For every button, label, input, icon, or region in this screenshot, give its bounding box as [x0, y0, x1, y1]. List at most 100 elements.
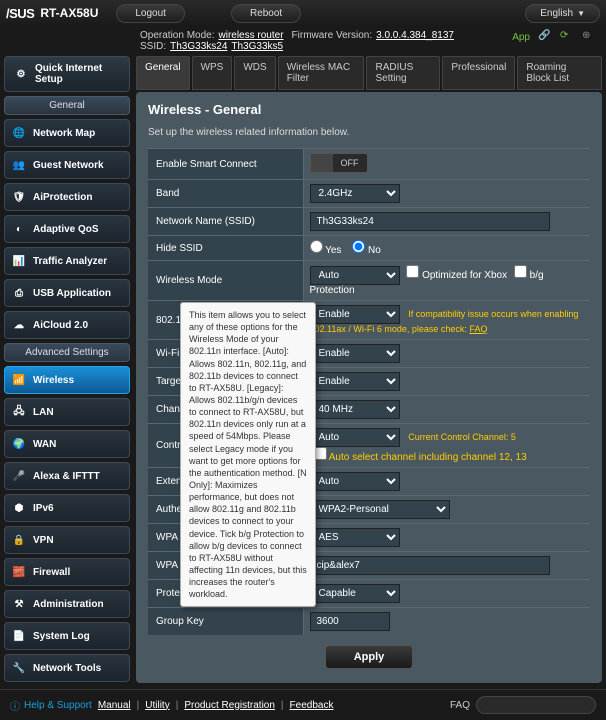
ext-channel-select[interactable]: Auto: [310, 472, 400, 491]
wireless-mode-select[interactable]: Auto: [310, 266, 400, 285]
nav-traffic-analyzer[interactable]: 📊Traffic Analyzer: [4, 247, 130, 275]
brand-logo: /SUS: [6, 6, 34, 21]
log-icon: 📄: [11, 628, 27, 644]
ssid2-link[interactable]: Th3G33ks5: [231, 41, 283, 52]
pmf-select[interactable]: Capable: [310, 584, 400, 603]
chevron-down-icon: ▼: [577, 9, 585, 18]
twt-select[interactable]: Enable: [310, 372, 400, 391]
tab-general[interactable]: General: [136, 56, 190, 90]
tab-wps[interactable]: WPS: [192, 56, 233, 90]
psk-input[interactable]: [310, 556, 550, 575]
fw-link[interactable]: 3.0.0.4.384_8137: [376, 30, 454, 41]
ssid1-link[interactable]: Th3G33ks24: [170, 41, 227, 52]
faq-search[interactable]: 🔍: [476, 696, 596, 714]
usb-icon[interactable]: ⊕: [582, 30, 596, 44]
tab-wds[interactable]: WDS: [234, 56, 275, 90]
ax-faq-link[interactable]: FAQ: [469, 324, 487, 334]
ipv6-icon: ⬢: [11, 500, 27, 516]
nav-adaptive-qos[interactable]: ◐Adaptive QoS: [4, 215, 130, 243]
faq-label: FAQ: [450, 700, 470, 711]
shield-icon: 🛡: [11, 189, 27, 205]
nav-alexa[interactable]: 🎤Alexa & IFTTT: [4, 462, 130, 490]
footer-registration[interactable]: Product Registration: [184, 700, 275, 711]
help-icon: ⓘ: [10, 698, 20, 713]
admin-icon: ⚒: [11, 596, 27, 612]
tab-roaming[interactable]: Roaming Block List: [517, 56, 602, 90]
control-channel-select[interactable]: Auto: [310, 428, 400, 447]
wan-icon: 🌍: [11, 436, 27, 452]
tab-radius[interactable]: RADIUS Setting: [366, 56, 440, 90]
app-link[interactable]: App: [512, 32, 530, 43]
panel-title: Wireless - General: [148, 102, 590, 117]
hide-no[interactable]: No: [352, 245, 381, 256]
section-general: General: [4, 96, 130, 115]
tab-mac-filter[interactable]: Wireless MAC Filter: [278, 56, 365, 90]
top-bar: /SUS RT-AX58U Logout Reboot English▼: [0, 0, 606, 26]
chart-icon: 📊: [11, 253, 27, 269]
gear-icon: ⚙: [13, 66, 29, 82]
language-select[interactable]: English▼: [525, 4, 600, 23]
mic-icon: 🎤: [11, 468, 27, 484]
op-mode-link[interactable]: wireless router: [219, 30, 284, 41]
footer: ⓘHelp & Support Manual| Utility| Product…: [0, 689, 606, 720]
info-bar: Operation Mode: wireless router Firmware…: [0, 26, 606, 56]
nav-aiprotection[interactable]: 🛡AiProtection: [4, 183, 130, 211]
tab-bar: General WPS WDS Wireless MAC Filter RADI…: [136, 56, 602, 90]
content-area: General WPS WDS Wireless MAC Filter RADI…: [136, 56, 602, 683]
band-select[interactable]: 2.4GHz: [310, 184, 400, 203]
footer-utility[interactable]: Utility: [145, 700, 169, 711]
row-band-label: Band: [148, 180, 303, 208]
people-icon: 👥: [11, 157, 27, 173]
ssid-label: SSID:: [140, 41, 166, 52]
footer-manual[interactable]: Manual: [98, 700, 131, 711]
op-mode-label: Operation Mode:: [140, 30, 215, 41]
help-support[interactable]: ⓘHelp & Support: [10, 698, 92, 713]
lan-icon: 🖧: [11, 404, 27, 420]
nav-wan[interactable]: 🌍WAN: [4, 430, 130, 458]
faq-search-input[interactable]: [483, 700, 606, 711]
tab-professional[interactable]: Professional: [442, 56, 515, 90]
quick-internet-setup[interactable]: ⚙ Quick Internet Setup: [4, 56, 130, 92]
nav-administration[interactable]: ⚒Administration: [4, 590, 130, 618]
tools-icon: 🔧: [11, 660, 27, 676]
encryption-select[interactable]: AES: [310, 528, 400, 547]
nav-lan[interactable]: 🖧LAN: [4, 398, 130, 426]
reboot-button[interactable]: Reboot: [231, 4, 301, 23]
ssid-input[interactable]: [310, 212, 550, 231]
cloud-icon: ☁: [11, 317, 27, 333]
row-gkey-label: Group Key: [148, 608, 303, 636]
group-key-input[interactable]: [310, 612, 390, 631]
row-smart-connect-label: Enable Smart Connect: [148, 149, 303, 180]
nav-network-tools[interactable]: 🔧Network Tools: [4, 654, 130, 682]
lock-icon: 🔒: [11, 532, 27, 548]
agile-select[interactable]: Enable: [310, 344, 400, 363]
nav-usb-application[interactable]: ⎙USB Application: [4, 279, 130, 307]
logout-button[interactable]: Logout: [116, 4, 185, 23]
refresh-icon[interactable]: ⟳: [560, 30, 574, 44]
row-mode-label: Wireless Mode: [148, 261, 303, 301]
panel-desc: Set up the wireless related information …: [148, 127, 590, 138]
link-icon[interactable]: 🔗: [538, 30, 552, 44]
nav-firewall[interactable]: 🧱Firewall: [4, 558, 130, 586]
firewall-icon: 🧱: [11, 564, 27, 580]
nav-aicloud[interactable]: ☁AiCloud 2.0: [4, 311, 130, 339]
wifi-icon: 📶: [11, 372, 27, 388]
hide-yes[interactable]: Yes: [310, 245, 342, 256]
row-ssid-label: Network Name (SSID): [148, 208, 303, 236]
wireless-mode-tooltip: This item allows you to select any of th…: [180, 302, 316, 607]
auto-channel-checkbox[interactable]: Auto select channel including channel 12…: [314, 452, 527, 463]
ax-select[interactable]: Enable: [310, 305, 400, 324]
auth-select[interactable]: WPA2-Personal: [310, 500, 450, 519]
nav-ipv6[interactable]: ⬢IPv6: [4, 494, 130, 522]
footer-feedback[interactable]: Feedback: [290, 700, 334, 711]
apply-button[interactable]: Apply: [325, 645, 414, 669]
nav-vpn[interactable]: 🔒VPN: [4, 526, 130, 554]
channel-bw-select[interactable]: 40 MHz: [310, 400, 400, 419]
nav-network-map[interactable]: 🌐Network Map: [4, 119, 130, 147]
smart-connect-toggle[interactable]: OFF: [310, 153, 368, 173]
nav-system-log[interactable]: 📄System Log: [4, 622, 130, 650]
nav-wireless[interactable]: 📶Wireless: [4, 366, 130, 394]
xbox-checkbox[interactable]: Optimized for Xbox: [406, 270, 507, 281]
nav-guest-network[interactable]: 👥Guest Network: [4, 151, 130, 179]
usb-icon: ⎙: [11, 285, 27, 301]
